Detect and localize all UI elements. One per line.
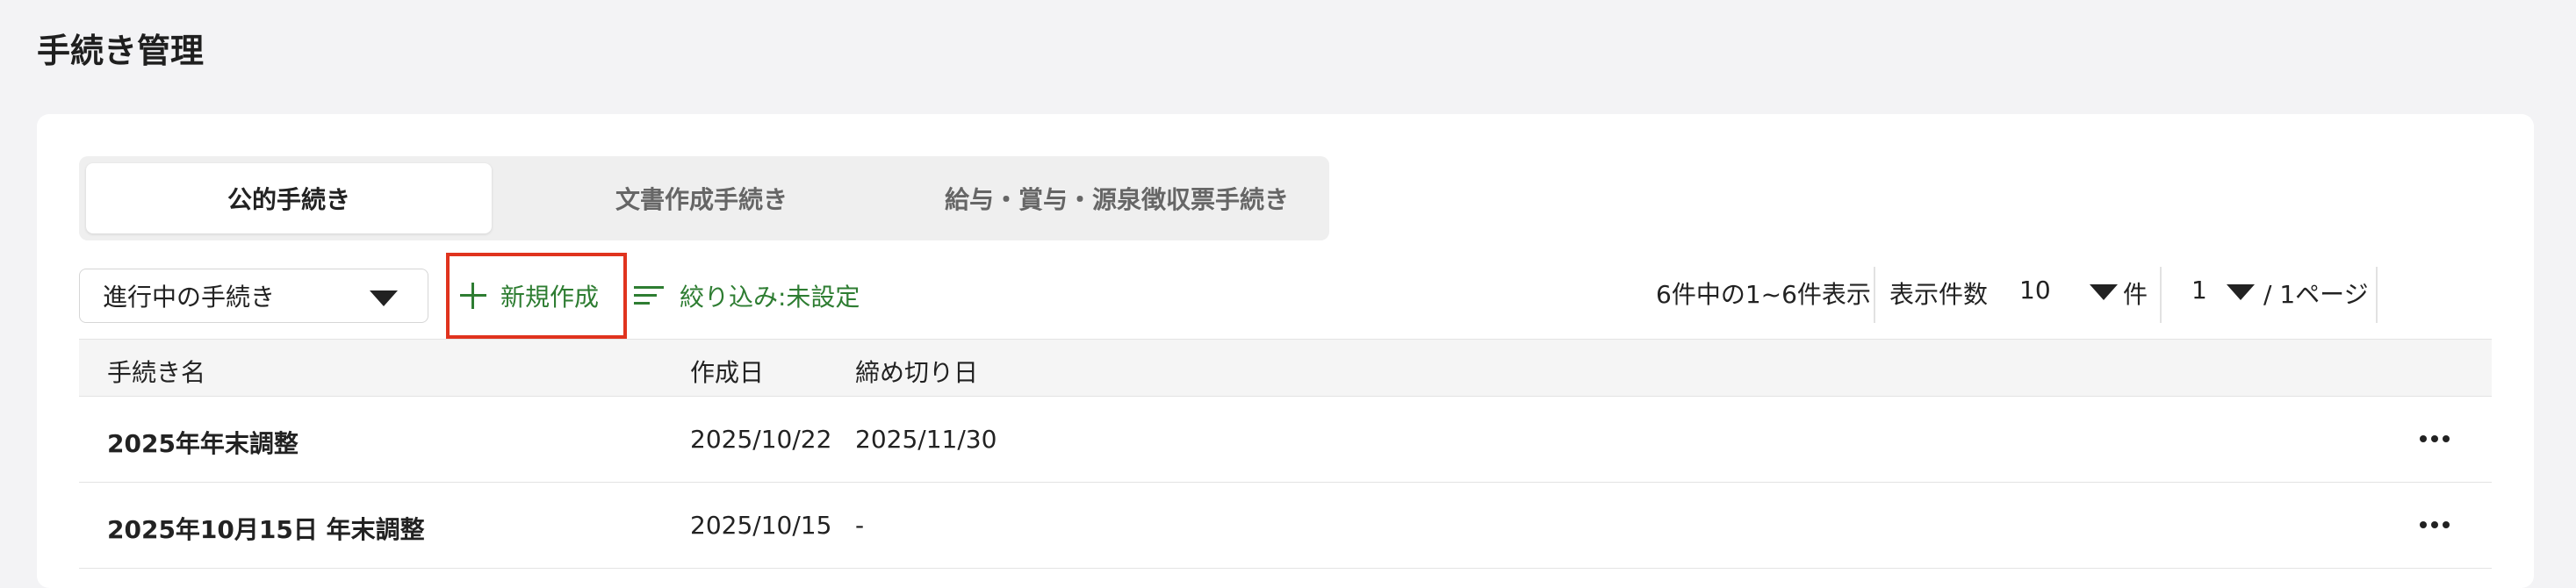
per-page-label: 表示件数 bbox=[1889, 280, 1989, 309]
table-row[interactable]: 2025年年末調整 2025/10/22 2025/11/30 bbox=[79, 397, 2492, 483]
table-row[interactable]: 2025年10月15日 年末調整 2025/10/15 - bbox=[79, 483, 2492, 569]
page-title: 手続き管理 bbox=[37, 32, 205, 70]
status-select-value: 進行中の手続き bbox=[103, 283, 276, 312]
total-pages: / 1ページ bbox=[2263, 280, 2369, 309]
column-header-created: 作成日 bbox=[690, 358, 765, 387]
divider bbox=[2376, 267, 2378, 323]
tab-document-procedures[interactable]: 文書作成手続き bbox=[492, 163, 911, 233]
divider bbox=[1874, 267, 1875, 323]
procedure-name[interactable]: 2025年10月15日 年末調整 bbox=[107, 511, 425, 546]
per-page-select[interactable]: 10 bbox=[2019, 276, 2051, 305]
chevron-down-icon[interactable] bbox=[2227, 284, 2255, 300]
more-actions-icon[interactable] bbox=[2420, 521, 2450, 528]
plus-icon bbox=[460, 283, 486, 309]
new-procedure-button[interactable]: 新規作成 bbox=[446, 253, 627, 339]
table-header: 手続き名 作成日 締め切り日 bbox=[79, 339, 2492, 397]
divider bbox=[2160, 267, 2162, 323]
filter-icon bbox=[634, 284, 664, 307]
pagination-summary: 6件中の1~6件表示 bbox=[1656, 280, 1871, 309]
per-page-unit: 件 bbox=[2123, 280, 2148, 309]
deadline-date: 2025/11/30 bbox=[855, 425, 997, 454]
chevron-down-icon[interactable] bbox=[2090, 284, 2118, 300]
status-select[interactable]: 進行中の手続き bbox=[79, 269, 428, 323]
created-date: 2025/10/22 bbox=[690, 425, 832, 454]
deadline-date: - bbox=[855, 511, 865, 540]
procedure-name[interactable]: 2025年年末調整 bbox=[107, 425, 299, 460]
column-header-deadline: 締め切り日 bbox=[855, 358, 979, 387]
tab-public-procedures[interactable]: 公的手続き bbox=[86, 163, 492, 233]
page-select[interactable]: 1 bbox=[2191, 276, 2207, 305]
procedure-type-tabs: 公的手続き 文書作成手続き 給与・賞与・源泉徴収票手続き bbox=[79, 156, 1329, 240]
filter-label: 絞り込み:未設定 bbox=[680, 283, 860, 312]
more-actions-icon[interactable] bbox=[2420, 435, 2450, 442]
created-date: 2025/10/15 bbox=[690, 511, 832, 540]
tab-payroll-procedures[interactable]: 給与・賞与・源泉徴収票手続き bbox=[911, 163, 1322, 233]
new-procedure-label: 新規作成 bbox=[500, 283, 600, 312]
filter-button[interactable]: 絞り込み:未設定 bbox=[634, 269, 860, 323]
column-header-name: 手続き名 bbox=[107, 358, 206, 387]
chevron-down-icon bbox=[370, 290, 398, 306]
